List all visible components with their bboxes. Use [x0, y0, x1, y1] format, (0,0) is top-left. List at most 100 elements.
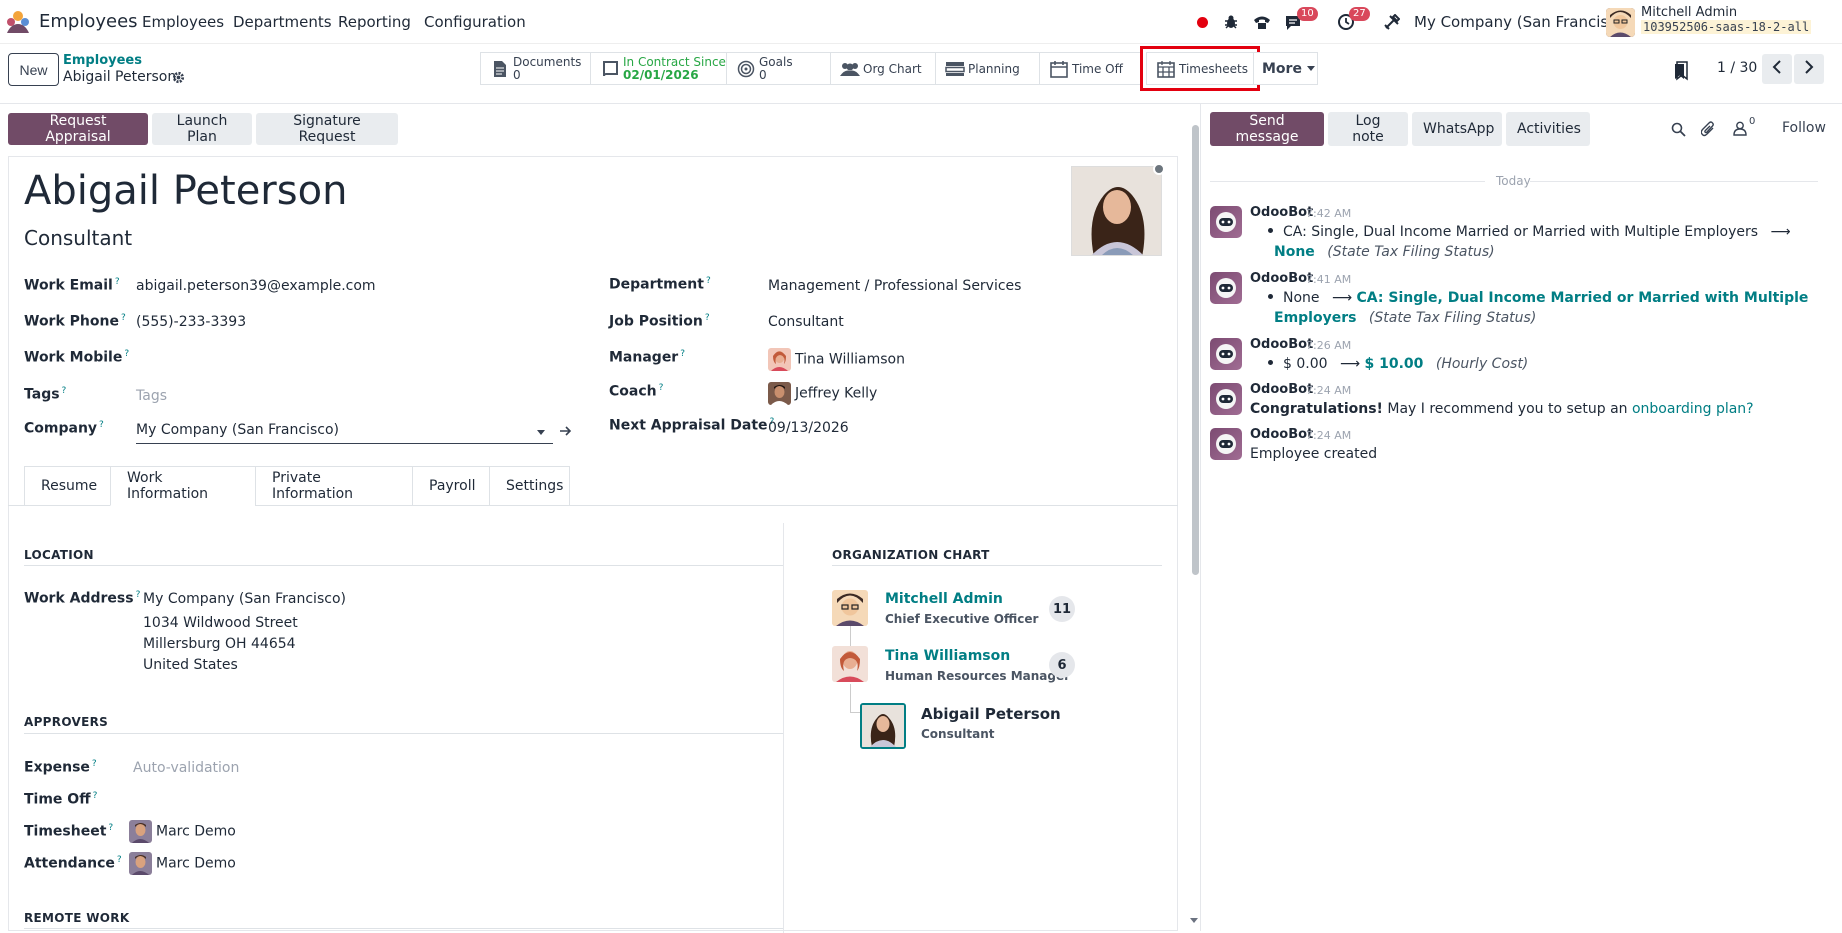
new-button[interactable]: New [8, 53, 59, 86]
tags-field[interactable]: Tags [136, 388, 167, 404]
employee-name[interactable]: Abigail Peterson [24, 168, 347, 214]
bookmark-icon[interactable] [1673, 61, 1689, 85]
caret-down-icon[interactable] [537, 430, 545, 435]
menu-departments[interactable]: Departments [233, 13, 332, 31]
pager-value[interactable]: 1 / 30 [1717, 60, 1757, 76]
expense-field[interactable]: Auto-validation [133, 760, 239, 776]
pager-previous-button[interactable] [1762, 54, 1792, 84]
work-mobile-field[interactable] [136, 349, 546, 369]
remote-work-divider [24, 928, 783, 929]
tools-icon[interactable] [1383, 12, 1401, 32]
more-label: More [1262, 60, 1302, 77]
breadcrumb-current: Abigail Peterson [63, 69, 177, 85]
org-avatar-tina[interactable] [832, 646, 868, 682]
send-message-button[interactable]: Send message [1210, 112, 1324, 146]
scroll-down-arrow-icon[interactable] [1190, 918, 1198, 923]
odoobot-avatar[interactable] [1210, 272, 1242, 304]
activities-button[interactable]: Activities [1506, 112, 1590, 146]
planning-smart-button[interactable]: Planning [935, 52, 1040, 85]
company-switcher[interactable]: My Company (San Francisco) [1414, 13, 1631, 31]
search-icon[interactable] [1671, 122, 1686, 141]
menu-configuration[interactable]: Configuration [424, 13, 526, 31]
work-email-field[interactable]: abigail.peterson39@example.com [136, 278, 376, 294]
message-author[interactable]: OdooBot [1250, 382, 1313, 397]
menu-employees[interactable]: Employees [142, 13, 224, 31]
tab-resume[interactable]: Resume [24, 466, 110, 506]
tab-settings[interactable]: Settings [489, 466, 570, 506]
launch-plan-button[interactable]: Launch Plan [152, 113, 252, 145]
log-note-button[interactable]: Log note [1328, 112, 1408, 146]
employee-job-title[interactable]: Consultant [24, 226, 132, 250]
time-off-approver-field[interactable] [133, 790, 533, 810]
database-name: 103952506-saas-18-2-all [1641, 20, 1812, 34]
work-address-company[interactable]: My Company (San Francisco) [143, 591, 346, 607]
timesheets-smart-button[interactable]: Timesheets [1140, 46, 1260, 91]
org-chart-smart-button[interactable]: Org Chart [830, 52, 936, 85]
manager-avatar [768, 348, 791, 371]
signature-request-button[interactable]: Signature Request [256, 113, 398, 145]
message-author[interactable]: OdooBot [1250, 337, 1313, 352]
recording-dot-icon[interactable] [1196, 12, 1208, 32]
form-scrollbar-thumb[interactable] [1192, 125, 1199, 575]
followers-user-icon[interactable] [1733, 121, 1747, 140]
org-count-mitchell[interactable]: 11 [1049, 596, 1075, 622]
documents-label: Documents [513, 54, 582, 69]
paperclip-icon[interactable] [1700, 121, 1716, 141]
manager-field[interactable]: Tina Williamson [768, 348, 905, 371]
follow-button[interactable]: Follow [1782, 120, 1826, 136]
voip-phone-icon[interactable] [1252, 12, 1272, 32]
message-author[interactable]: OdooBot [1250, 205, 1313, 220]
org-name-mitchell[interactable]: Mitchell Admin [885, 591, 1003, 607]
activities-clock-icon[interactable]: 27 [1336, 7, 1370, 32]
location-divider [24, 565, 783, 566]
employee-photo[interactable] [1071, 166, 1162, 256]
org-avatar-mitchell[interactable] [832, 590, 868, 626]
company-field[interactable]: My Company (San Francisco) [136, 420, 553, 444]
odoobot-avatar[interactable] [1210, 338, 1242, 370]
job-position-field[interactable]: Consultant [768, 314, 844, 330]
time-off-smart-button[interactable]: Time Off [1039, 52, 1141, 85]
work-phone-field[interactable]: (555)-233-3393 [136, 314, 246, 330]
apps-menu-icon[interactable] [4, 9, 32, 35]
message-author[interactable]: OdooBot [1250, 271, 1313, 286]
more-smart-button[interactable]: More [1253, 52, 1318, 85]
breadcrumb-employees[interactable]: Employees [63, 53, 142, 68]
odoobot-avatar[interactable] [1210, 383, 1242, 415]
tab-private-information[interactable]: Private Information [255, 466, 412, 506]
approvers-divider [24, 733, 783, 734]
user-avatar[interactable] [1606, 8, 1635, 37]
attendance-approver-field[interactable]: Marc Demo [129, 852, 236, 875]
org-chart-label: Org Chart [863, 61, 922, 76]
user-name[interactable]: Mitchell Admin [1641, 5, 1737, 20]
contract-smart-button[interactable]: In Contract Since 02/01/2026 [590, 52, 727, 85]
org-name-abigail: Abigail Peterson [921, 705, 1061, 723]
messages-icon[interactable]: 10 [1284, 7, 1318, 32]
org-chart-divider [832, 565, 1162, 566]
app-name[interactable]: Employees [39, 11, 138, 32]
request-appraisal-button[interactable]: Request Appraisal [8, 113, 148, 145]
message-author[interactable]: OdooBot [1250, 427, 1313, 442]
org-connector [850, 712, 860, 713]
odoobot-avatar[interactable] [1210, 206, 1242, 238]
tab-work-information[interactable]: Work Information [110, 466, 255, 506]
goals-smart-button[interactable]: Goals 0 [726, 52, 831, 85]
debug-bug-icon[interactable] [1222, 12, 1240, 32]
timesheet-approver-field[interactable]: Marc Demo [129, 820, 236, 843]
menu-reporting[interactable]: Reporting [338, 13, 411, 31]
odoobot-avatar[interactable] [1210, 428, 1242, 460]
pager-next-button[interactable] [1794, 54, 1824, 84]
tab-payroll[interactable]: Payroll [412, 466, 489, 506]
org-name-tina[interactable]: Tina Williamson [885, 648, 1010, 664]
coach-field[interactable]: Jeffrey Kelly [768, 382, 877, 405]
next-appraisal-field[interactable]: 09/13/2026 [768, 420, 849, 436]
org-count-tina[interactable]: 6 [1049, 652, 1075, 678]
manager-name: Tina Williamson [795, 351, 905, 368]
department-field[interactable]: Management / Professional Services [768, 278, 1021, 294]
arrow-right-icon[interactable] [559, 425, 572, 441]
documents-smart-button[interactable]: Documents 0 [480, 52, 591, 85]
goals-count: 0 [759, 67, 767, 82]
onboarding-plan-link[interactable]: onboarding plan? [1632, 401, 1754, 417]
whatsapp-button[interactable]: WhatsApp [1412, 112, 1502, 146]
gear-icon[interactable] [172, 71, 185, 88]
users-icon [837, 61, 863, 77]
